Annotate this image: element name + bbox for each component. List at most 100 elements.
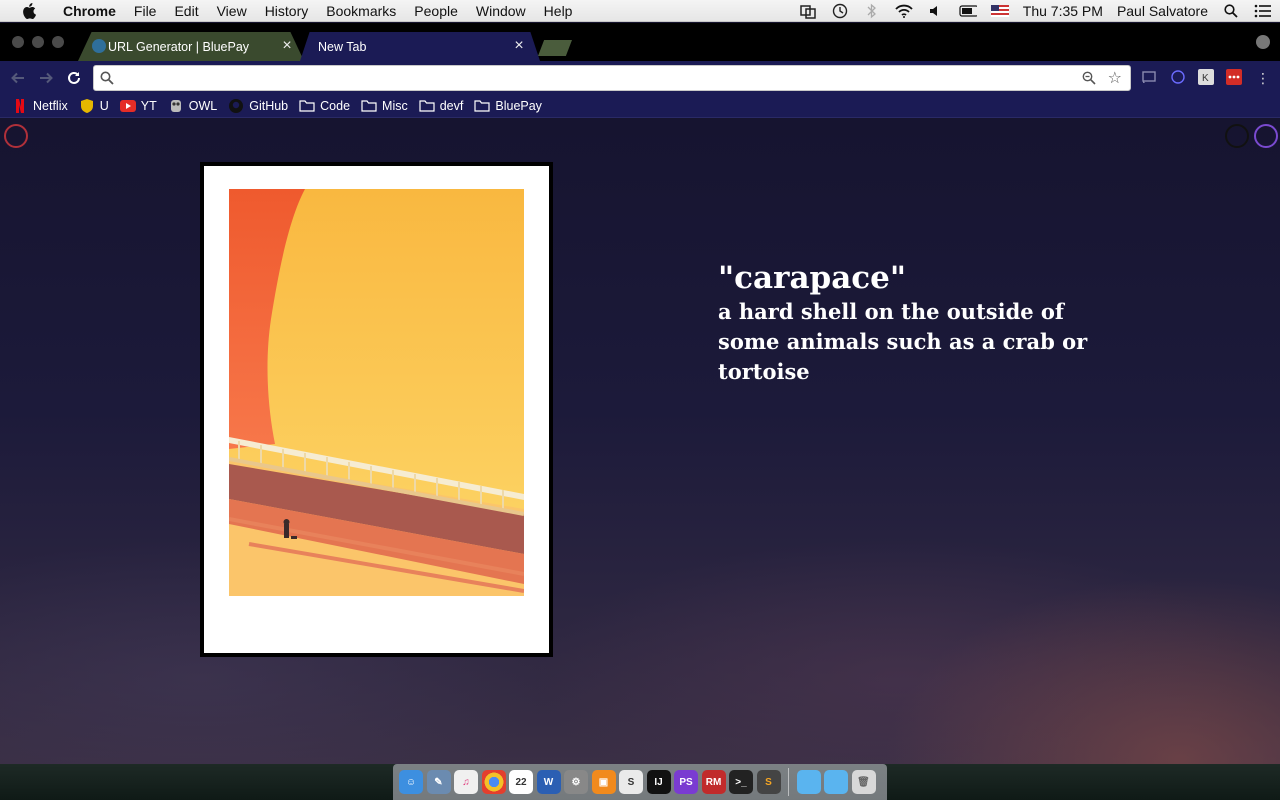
downloads-folder-icon[interactable] [824,770,848,794]
bookmark-owl[interactable]: OWL [168,99,217,113]
us-flag-icon[interactable] [990,3,1009,19]
corner-circle-red[interactable] [4,124,28,148]
bridge-sunset-illustration [229,189,524,596]
bookmark-label: GitHub [249,98,289,113]
menu-bookmarks[interactable]: Bookmarks [317,0,405,22]
address-bar[interactable]: ☆ [93,65,1131,91]
menu-window[interactable]: Window [467,0,535,22]
menubar-clock[interactable]: Thu 7:35 PM [1023,3,1103,19]
bookmark-label: Netflix [33,98,68,113]
trash-icon[interactable]: 🗑 [851,770,876,794]
rubymine-icon[interactable]: RM [701,770,726,794]
youtube-icon [119,99,136,113]
time-machine-icon[interactable] [831,3,849,19]
cast-icon[interactable] [1141,69,1157,85]
bookmark-label: Code [320,98,351,113]
folder-icon[interactable] [796,770,821,794]
netflix-icon [12,98,28,113]
profile-icon[interactable] [1256,35,1270,49]
bookmark-folder-misc[interactable]: Misc [361,99,408,113]
itunes-icon[interactable]: ♫ [454,770,478,794]
screen-share-icon[interactable] [799,3,817,19]
bookmark-folder-bluepay[interactable]: BluePay [474,99,542,113]
phpstorm-icon[interactable]: PS [674,770,698,794]
new-tab-page: "carapace" a hard shell on the outside o… [0,119,1280,764]
menu-history[interactable]: History [256,0,318,22]
shield-icon [79,98,95,113]
sublime-text-icon[interactable]: S [756,770,781,794]
terminal-icon[interactable]: >_ [729,770,753,794]
volume-icon[interactable] [927,3,945,19]
menu-people[interactable]: People [405,0,467,22]
system-preferences-icon[interactable]: ⚙ [564,770,588,794]
extension-lastpass-icon[interactable] [1226,69,1242,85]
back-button[interactable] [8,68,28,88]
word-definition: a hard shell on the outside of some anim… [718,299,1088,384]
reload-icon [68,71,80,84]
spotlight-search-icon[interactable] [1222,3,1240,19]
dock: ☺ ✎ ♫ 22 W ⚙ ▣ S IJ PS RM >_ S 🗑 [393,764,887,800]
finder-icon[interactable]: ☺ [399,770,423,794]
corner-circle-dark[interactable] [1225,124,1249,148]
tab-close-icon[interactable]: × [512,38,526,54]
window-close-button[interactable] [12,36,24,48]
owl-icon [168,99,184,113]
notification-center-icon[interactable] [1254,3,1272,19]
chrome-menu-icon[interactable]: ⋮ [1253,68,1273,88]
bookmark-github[interactable]: GitHub [228,98,289,113]
new-tab-button[interactable] [538,40,572,56]
dock-separator [788,768,789,796]
word-icon[interactable]: W [536,770,561,794]
menu-app-name[interactable]: Chrome [54,0,125,22]
tab-new-tab[interactable]: New Tab × [300,32,540,61]
word-of-the-day: "carapace" a hard shell on the outside o… [718,259,1118,387]
ibooks-icon[interactable]: ▣ [591,770,616,794]
svg-text:K: K [1202,73,1209,84]
menu-bar: Chrome File Edit View History Bookmarks … [0,0,1280,22]
browser-toolbar: ☆ K ⋮ [0,61,1280,94]
calendar-icon[interactable]: 22 [509,770,533,794]
extension-circle-icon[interactable] [1170,69,1186,85]
github-icon [228,98,244,113]
bookmark-label: Misc [382,98,408,113]
bluepay-favicon-icon [92,39,106,53]
menubar-user[interactable]: Paul Salvatore [1117,3,1208,19]
bookmark-netflix[interactable]: Netflix [12,98,68,113]
folder-icon [419,99,435,113]
sublime-icon[interactable]: S [619,770,643,794]
zoom-out-icon[interactable] [1082,71,1096,85]
menu-view[interactable]: View [208,0,256,22]
forward-button[interactable] [36,68,56,88]
folder-icon [361,99,377,113]
word-term: "carapace" [718,260,907,296]
bookmark-yt[interactable]: YT [119,99,157,113]
folder-icon [474,99,490,113]
tab-title: New Tab [318,39,367,54]
bookmark-folder-devf[interactable]: devf [419,98,464,113]
menu-help[interactable]: Help [535,0,582,22]
battery-icon[interactable] [959,3,977,19]
window-zoom-button[interactable] [52,36,64,48]
tab-close-icon[interactable]: × [280,38,294,54]
corner-circle-purple[interactable] [1254,124,1278,148]
wifi-icon[interactable] [895,3,913,19]
address-input[interactable] [122,69,1082,87]
bookmark-u[interactable]: U [79,98,109,113]
back-arrow-icon [11,72,24,84]
tab-url-generator[interactable]: URL Generator | BluePay × [78,32,304,61]
intellij-icon[interactable]: IJ [646,770,671,794]
apple-icon[interactable] [20,2,38,20]
bookmark-label: U [99,98,109,113]
window-minimize-button[interactable] [32,36,44,48]
menu-file[interactable]: File [125,0,166,22]
bookmark-folder-code[interactable]: Code [299,99,350,113]
extension-k-icon[interactable]: K [1198,69,1214,85]
search-icon [100,71,114,85]
reload-button[interactable] [64,68,84,88]
preview-icon[interactable]: ✎ [426,770,451,794]
bluetooth-icon[interactable] [863,3,881,19]
bookmark-star-icon[interactable]: ☆ [1108,68,1122,88]
bookmark-label: devf [439,98,464,113]
menu-edit[interactable]: Edit [165,0,207,22]
chrome-icon[interactable] [481,770,506,794]
